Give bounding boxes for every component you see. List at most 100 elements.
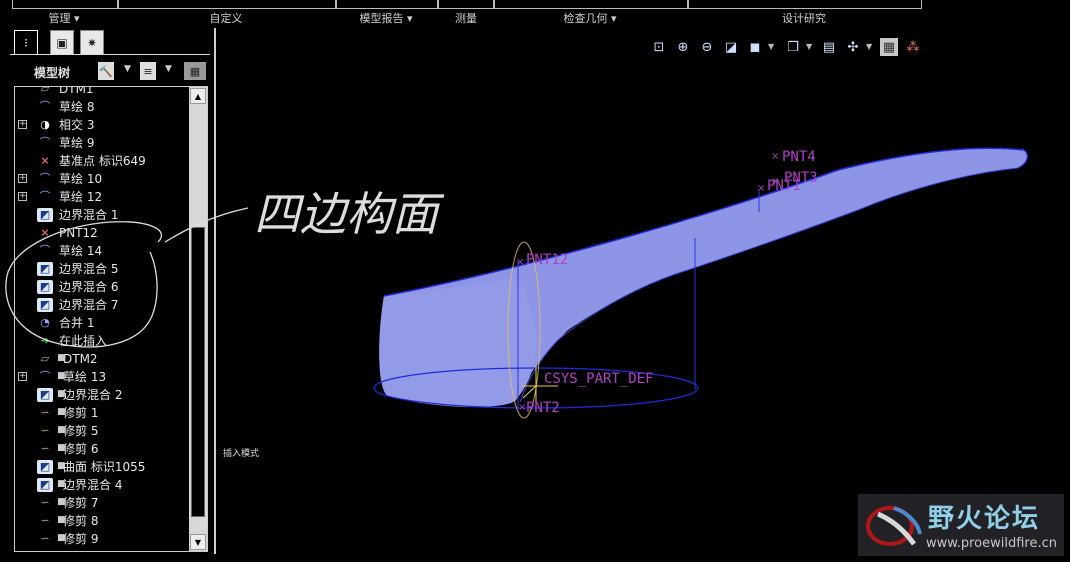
panel-splitter[interactable] (214, 28, 216, 554)
boundary-blend-icon: ◩ (37, 478, 53, 492)
graphics-viewport[interactable]: × × × × × PNT4 PNT3 PNT1 PNT12 CSYS_PART… (218, 60, 1070, 562)
surface-front-face (379, 278, 537, 406)
tree-item[interactable]: ▱ DTM2 ■ (15, 350, 187, 368)
trim-icon: ∽ (40, 406, 50, 419)
csys-label[interactable]: CSYS_PART_DEF (544, 371, 654, 387)
tree-item-label: 相交 3 (59, 118, 95, 132)
tree-item[interactable]: ∽ 修剪 5 ■ (15, 422, 187, 440)
insert-here-arrow-icon: ➜ (40, 334, 50, 347)
zoom-out-icon[interactable]: ⊖ (698, 38, 716, 56)
tree-item[interactable]: ∽ 修剪 6 ■ (15, 440, 187, 458)
tree-item[interactable]: + ◑ 相交 3 (15, 116, 187, 134)
datum-label-pnt2[interactable]: PNT2 (526, 400, 560, 416)
hammer-icon[interactable]: 🔨 (98, 62, 114, 80)
tree-item[interactable]: ∽ 修剪 9 ■ (15, 530, 187, 548)
list-icon[interactable]: ≡ (140, 62, 156, 80)
tab-favorites[interactable]: ✷ (80, 30, 104, 54)
scroll-up-arrow-icon[interactable]: ▲ (190, 88, 206, 104)
tab-layers[interactable]: ▣ (50, 30, 74, 54)
menu-manage[interactable]: 管理 ▾ (48, 10, 79, 26)
menu-model-report[interactable]: 模型报告 ▾ (359, 10, 412, 26)
tree-item-label: 曲面 标识1055 (63, 460, 146, 474)
tree-item[interactable]: ⌒ 草绘 8 (15, 98, 187, 116)
grid-icon[interactable]: ▦ (184, 62, 206, 80)
tree-item[interactable]: ∽ 修剪 7 ■ (15, 494, 187, 512)
tree-item[interactable]: + ⌒ 草绘 10 (15, 170, 187, 188)
menu-customize[interactable]: 自定义 (210, 10, 243, 26)
datum-point-marker: × (757, 183, 765, 194)
menu-design-study[interactable]: 设计研究 (782, 10, 826, 26)
tree-item[interactable]: × 基准点 标识649 (15, 152, 187, 170)
menu-cell (118, 0, 336, 9)
zoom-in-icon[interactable]: ⊕ (674, 38, 692, 56)
chevron-down-icon[interactable]: ▼ (806, 42, 812, 51)
menu-measure[interactable]: 测量 (455, 10, 477, 26)
sketch-icon: ⌒ (39, 190, 51, 203)
tree-item[interactable]: ◩ 边界混合 2 ■ (15, 386, 187, 404)
annotation-icon[interactable]: ⁂ (904, 38, 922, 56)
tree-item[interactable]: + ⌒ 草绘 13 ■ (15, 368, 187, 386)
view-manager-icon[interactable]: ▤ (820, 38, 838, 56)
tree-item[interactable]: ◩ 边界混合 1 (15, 206, 187, 224)
tree-item[interactable]: ◩ 边界混合 4 ■ (15, 476, 187, 494)
datum-label-pnt12[interactable]: PNT12 (526, 252, 568, 268)
datum-display-icon[interactable]: ✣ (844, 38, 862, 56)
model-tree-title: 模型树 (34, 66, 71, 80)
datum-label-pnt4[interactable]: PNT4 (782, 149, 816, 165)
chevron-down-icon[interactable]: ▼ (768, 42, 774, 51)
tab-model-tree[interactable]: ⁝ (14, 30, 38, 54)
intersect-icon: ◑ (40, 118, 50, 131)
expand-icon[interactable]: + (18, 372, 27, 381)
suppressed-marker: ■ (57, 425, 66, 435)
chevron-down-icon[interactable]: ▼ (165, 64, 172, 74)
tree-item-label: 边界混合 7 (59, 298, 119, 312)
sketch-icon: ⌒ (39, 136, 51, 149)
scroll-thumb[interactable] (191, 227, 205, 517)
expand-icon[interactable]: + (18, 192, 27, 201)
datum-label-pnt1[interactable]: PNT1 (767, 178, 801, 194)
spin-center-icon[interactable]: ▦ (880, 38, 898, 56)
datum-plane-icon: ▱ (40, 86, 50, 95)
expand-icon[interactable]: + (18, 174, 27, 183)
repaint-icon[interactable]: ◪ (722, 38, 740, 56)
tree-item[interactable]: ⌒ 草绘 9 (15, 134, 187, 152)
tree-item[interactable]: ∽ 修剪 1 ■ (15, 404, 187, 422)
tree-item[interactable]: + ⌒ 草绘 12 (15, 188, 187, 206)
trim-icon: ∽ (40, 496, 50, 509)
tree-item[interactable]: ▱ DTM1 (15, 86, 187, 98)
tree-item-label: 边界混合 1 (59, 208, 119, 222)
tree-item-label: 草绘 12 (59, 190, 103, 204)
tree-item[interactable]: ◔ 合并 1 (15, 314, 187, 332)
refit-icon[interactable]: ⊡ (650, 38, 668, 56)
datum-plane-icon: ▱ (40, 352, 50, 365)
tree-item[interactable]: × PNT12 (15, 224, 187, 242)
saved-views-icon[interactable]: ❐ (784, 38, 802, 56)
suppressed-marker: ■ (57, 515, 66, 525)
tree-item-label: 草绘 10 (59, 172, 103, 186)
chevron-down-icon[interactable]: ▼ (866, 42, 872, 51)
model-tree-toolbar: 模型树 🔨 ▼ ≡ ▼ ▦ (10, 58, 210, 84)
menu-cell (494, 0, 688, 9)
scroll-down-arrow-icon[interactable]: ▼ (190, 534, 206, 550)
menu-check-geometry[interactable]: 检查几何 ▾ (563, 10, 616, 26)
menu-cell (336, 0, 438, 9)
tree-item[interactable]: ◩ 边界混合 6 (15, 278, 187, 296)
chevron-down-icon[interactable]: ▼ (124, 64, 131, 74)
tree-item[interactable]: ◩ 曲面 标识1055 ■ (15, 458, 187, 476)
tree-item[interactable]: ∽ 修剪 8 ■ (15, 512, 187, 530)
model-view[interactable]: × × × × × PNT4 PNT3 PNT1 PNT12 CSYS_PART… (218, 60, 1070, 562)
tree-scrollbar[interactable]: ▲ ▼ (189, 87, 207, 551)
tree-item[interactable]: ⌒ 草绘 14 (15, 242, 187, 260)
tree-item-label: 基准点 标识649 (59, 154, 146, 168)
tree-item[interactable]: ◩ 边界混合 7 (15, 296, 187, 314)
boundary-blend-icon: ◩ (37, 280, 53, 294)
menu-cell (12, 0, 118, 9)
model-tree: ▱ DTM1 ⌒ 草绘 8 + ◑ 相交 3 ⌒ 草绘 9 × 基准点 标识649 + ⌒ 草绘 10 + ⌒… (14, 86, 208, 552)
tree-item-label: 边界混合 2 (63, 388, 123, 402)
tree-item[interactable]: ➜ 在此插入 (15, 332, 187, 350)
expand-icon[interactable]: + (18, 120, 27, 129)
divider (10, 54, 210, 55)
suppressed-marker: ■ (57, 407, 66, 417)
display-style-icon[interactable]: ◼ (746, 38, 764, 56)
tree-item[interactable]: ◩ 边界混合 5 (15, 260, 187, 278)
